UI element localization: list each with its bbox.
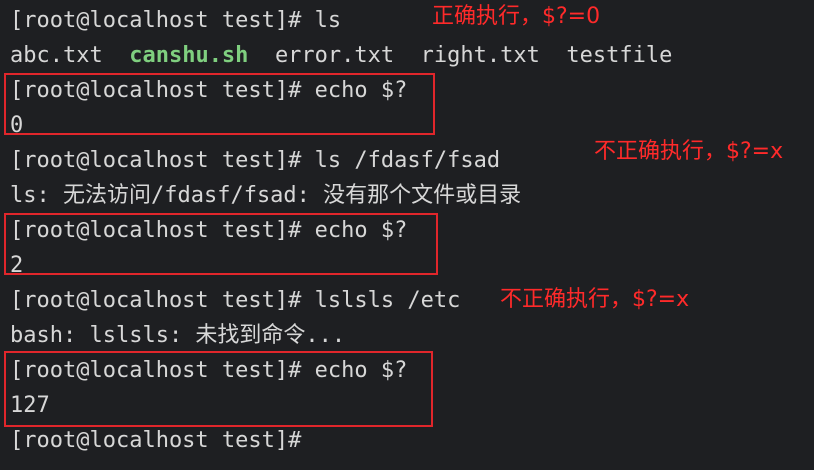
file-listing: abc.txt canshu.sh error.txt right.txt te… xyxy=(10,41,672,71)
file-name: abc.txt xyxy=(10,43,103,68)
terminal-line: [root@localhost test]# lslsls /etc xyxy=(10,288,461,313)
highlight-box xyxy=(4,351,433,427)
highlight-box xyxy=(4,213,438,275)
error-output: bash: lslsls: 未找到命令... xyxy=(10,323,346,348)
executable-file-name: canshu.sh xyxy=(129,43,249,68)
terminal-line: [root@localhost test]# ls /fdasf/fsad xyxy=(10,148,501,173)
file-name: testfile xyxy=(566,43,673,68)
terminal-prompt[interactable]: [root@localhost test]# xyxy=(10,426,301,456)
annotation-note: 不正确执行，$?=x xyxy=(594,139,784,164)
error-output: ls: 无法访问/fdasf/fsad: 没有那个文件或目录 xyxy=(10,183,522,208)
terminal-window[interactable]: [root@localhost test]# ls abc.txt canshu… xyxy=(0,0,814,470)
annotation-note: 不正确执行，$?=x xyxy=(500,287,690,312)
highlight-box xyxy=(4,73,435,135)
file-name: right.txt xyxy=(420,43,540,68)
annotation-note: 正确执行，$?=0 xyxy=(432,4,601,29)
terminal-line: [root@localhost test]# ls xyxy=(10,8,342,33)
file-name: error.txt xyxy=(274,43,395,68)
